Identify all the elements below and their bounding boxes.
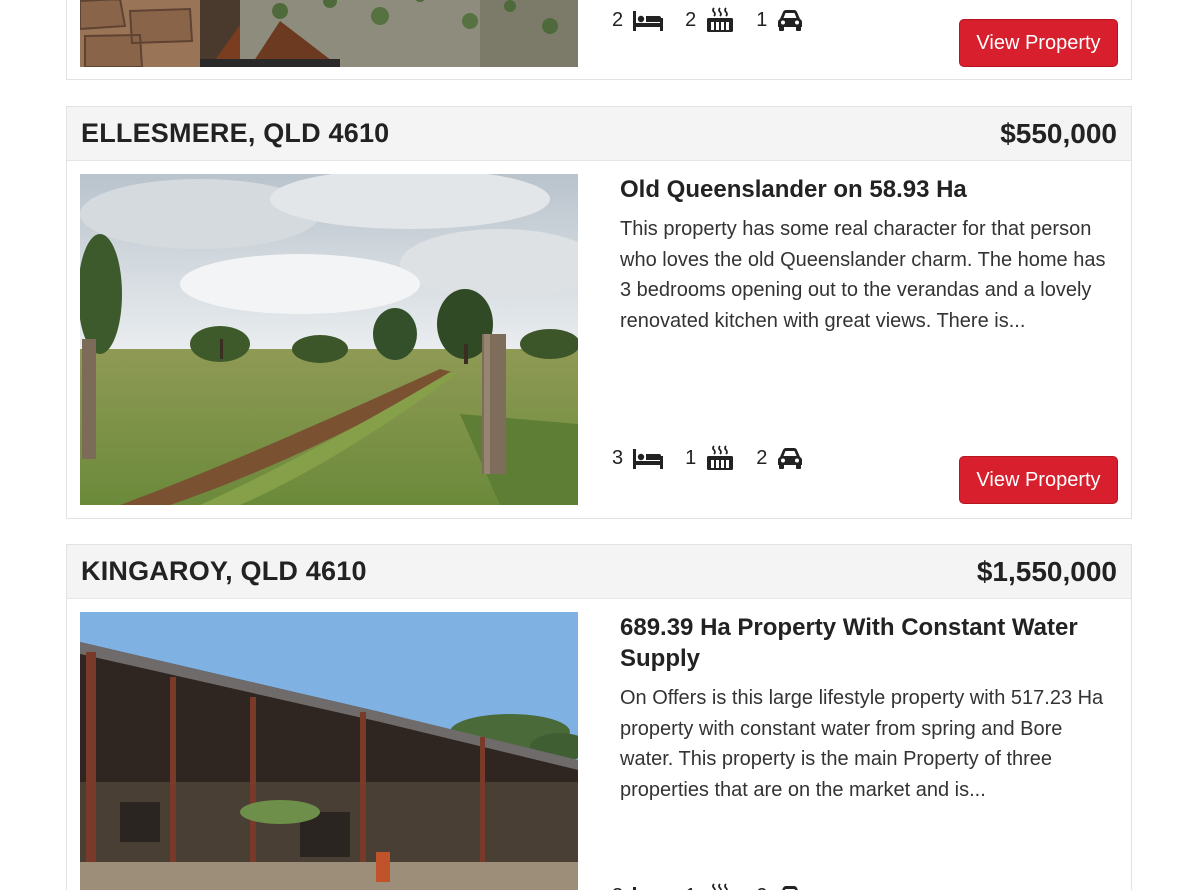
property-card-header: KINGAROY, QLD 4610 $1,550,000 bbox=[67, 545, 1131, 599]
bathroom-count: 1 bbox=[685, 885, 696, 890]
bedrooms-feature: 2 bbox=[612, 9, 663, 32]
property-photo[interactable] bbox=[80, 174, 578, 505]
carspace-count: 2 bbox=[756, 885, 767, 890]
property-features: 2 2 1 bbox=[612, 7, 825, 33]
bedroom-count: 3 bbox=[612, 885, 623, 890]
property-card-header: ELLESMERE, QLD 4610 $550,000 bbox=[67, 107, 1131, 161]
property-price: $1,550,000 bbox=[976, 555, 1117, 587]
bedroom-count: 3 bbox=[612, 446, 624, 469]
view-property-button[interactable]: View Property bbox=[959, 456, 1118, 504]
car-icon bbox=[777, 9, 803, 31]
machinery-shed-image bbox=[80, 612, 578, 890]
bath-icon bbox=[706, 7, 734, 33]
property-content: 689.39 Ha Property With Constant Water S… bbox=[620, 612, 1120, 806]
property-card: KINGAROY, QLD 4610 $1,550,000 689.39 Ha … bbox=[66, 544, 1132, 890]
property-photo[interactable] bbox=[80, 612, 578, 890]
property-description: This property has some real character fo… bbox=[620, 218, 1106, 333]
property-card: 2 2 1 View Property bbox=[66, 0, 1132, 80]
view-property-button[interactable]: View Property bbox=[959, 19, 1118, 67]
bathroom-count: 1 bbox=[685, 446, 697, 469]
bed-icon bbox=[633, 885, 663, 890]
carspaces-feature: 2 bbox=[756, 447, 803, 470]
property-features: 3 1 2 bbox=[612, 445, 825, 471]
bed-icon bbox=[633, 447, 663, 469]
bathrooms-feature: 1 bbox=[685, 883, 734, 890]
bedroom-count: 2 bbox=[612, 8, 624, 31]
carspace-count: 1 bbox=[756, 8, 768, 31]
property-title[interactable]: 689.39 Ha Property With Constant Water S… bbox=[620, 612, 1120, 674]
bathroom-count: 2 bbox=[685, 8, 697, 31]
bath-icon bbox=[706, 445, 734, 471]
property-photo[interactable] bbox=[80, 0, 578, 67]
carspaces-feature: 2 bbox=[756, 885, 803, 890]
property-card: ELLESMERE, QLD 4610 $550,000 Old Queensl… bbox=[66, 106, 1132, 519]
car-icon bbox=[777, 885, 803, 890]
property-location: ELLESMERE, QLD 4610 bbox=[81, 118, 390, 148]
carspace-count: 2 bbox=[756, 446, 768, 469]
bathrooms-feature: 1 bbox=[685, 445, 734, 471]
bathrooms-feature: 2 bbox=[685, 7, 734, 33]
bedrooms-feature: 3 bbox=[612, 447, 663, 470]
carspaces-feature: 1 bbox=[756, 9, 803, 32]
property-description: On Offers is this large lifestyle proper… bbox=[620, 687, 1104, 802]
car-icon bbox=[777, 447, 803, 469]
bed-icon bbox=[633, 9, 663, 31]
bedrooms-feature: 3 bbox=[612, 885, 663, 890]
property-location: KINGAROY, QLD 4610 bbox=[81, 556, 367, 586]
property-price: $550,000 bbox=[1000, 117, 1117, 149]
property-content: Old Queenslander on 58.93 Ha This proper… bbox=[620, 174, 1120, 337]
property-features: 3 1 2 bbox=[612, 883, 825, 890]
bath-icon bbox=[706, 883, 734, 890]
property-title[interactable]: Old Queenslander on 58.93 Ha bbox=[620, 174, 1120, 205]
garden-landscape-image bbox=[80, 0, 578, 67]
paddock-landscape-image bbox=[80, 174, 578, 505]
